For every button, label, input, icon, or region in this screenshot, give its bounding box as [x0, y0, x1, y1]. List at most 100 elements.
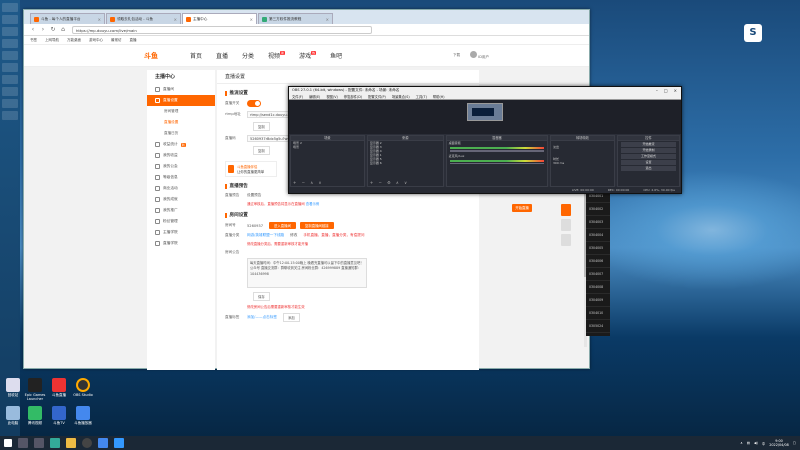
close-icon[interactable]: ×	[326, 17, 329, 22]
strip-icon[interactable]	[2, 99, 18, 108]
preview-value[interactable]: 设置预告	[247, 193, 261, 198]
sidebar-item-academy[interactable]: 主播学院	[147, 227, 215, 238]
desktop-icon[interactable]: 斗鱼TV	[47, 406, 71, 425]
strip-icon[interactable]	[2, 63, 18, 72]
copy-room-link-button[interactable]: 复制直播间链接	[299, 222, 334, 229]
app-taskbar-icon[interactable]	[114, 438, 124, 448]
site-logo[interactable]: 斗鱼	[144, 49, 178, 63]
source-item[interactable]: 显示器 6	[368, 161, 443, 165]
sidebar-item-income-stats[interactable]: 收益统计新	[147, 139, 215, 150]
sidebar-item-level[interactable]: 等级信息	[147, 172, 215, 183]
menu-item[interactable]: 停靠部件(D)	[344, 94, 362, 99]
nav-video[interactable]: 视频新	[268, 51, 286, 60]
sidebar-item-live-settings[interactable]: 直播设置	[147, 95, 215, 106]
ime-indicator[interactable]: 中	[762, 441, 765, 446]
nav-game[interactable]: 游戏热	[299, 51, 317, 60]
sidebar-item-achievement[interactable]: 我的成就	[147, 194, 215, 205]
maximize-icon[interactable]: □	[664, 88, 668, 93]
category-edit[interactable]: 修改	[290, 233, 297, 238]
side-tool-icon[interactable]	[561, 219, 571, 231]
nav-category[interactable]: 分类	[242, 51, 254, 60]
bookmark-item[interactable]: 游戏中心	[89, 38, 103, 43]
browser-tab[interactable]: 第三方软件推流教程 ×	[258, 13, 333, 24]
menu-item[interactable]: 配置文件(P)	[368, 94, 386, 99]
strip-icon[interactable]	[2, 111, 18, 120]
browser-tab[interactable]: 斗鱼 - 每个人的直播平台 ×	[30, 13, 105, 24]
transition-duration[interactable]: 300 ms	[551, 161, 614, 165]
push-toggle[interactable]	[247, 100, 261, 107]
back-icon[interactable]: ‹	[28, 26, 38, 33]
enter-room-button[interactable]: 进入直播间	[269, 222, 296, 229]
list-item[interactable]: 0304006	[586, 255, 610, 268]
desktop-icon[interactable]: 此电脑	[1, 406, 25, 425]
sidebar-sub-live-settings[interactable]: 直播设置	[147, 117, 215, 128]
browser-taskbar-icon[interactable]	[50, 438, 60, 448]
companion-promo[interactable]: 斗鱼直播伴侣 让你的直播更简单	[225, 161, 277, 177]
list-item[interactable]: 0304008	[586, 281, 610, 294]
exit-button[interactable]: 退出	[620, 166, 676, 171]
scene-item[interactable]: 场景	[291, 145, 364, 149]
settings-button[interactable]: 设置	[620, 160, 676, 165]
notice-textarea[interactable]: 每天直播时间：中午12:00-15:00晚上 晚看完直播可以留下中的直播意见吧！…	[247, 258, 367, 288]
folder-taskbar-icon[interactable]	[66, 438, 76, 448]
refresh-icon[interactable]: ↻	[48, 26, 58, 33]
windows-start-icon[interactable]	[4, 439, 12, 447]
category-link[interactable]: 网游/英雄联盟一下线路	[247, 233, 284, 238]
menu-item[interactable]: 场景集合(S)	[392, 94, 410, 99]
menu-item[interactable]: 帮助(H)	[433, 94, 445, 99]
list-item[interactable]: 0304005	[586, 242, 610, 255]
obs-taskbar-icon[interactable]	[82, 438, 92, 448]
volume-icon[interactable]: ◀)	[754, 441, 758, 445]
home-icon[interactable]: ⌂	[58, 26, 68, 33]
start-streaming-button[interactable]: 开始推流	[620, 142, 676, 147]
menu-item[interactable]: 工具(T)	[416, 94, 427, 99]
browser-tab[interactable]: 领取去礼包活动 - 斗鱼 ×	[106, 13, 181, 24]
start-recording-button[interactable]: 开始录制	[620, 148, 676, 153]
search-icon[interactable]	[18, 438, 28, 448]
strip-icon[interactable]	[2, 87, 18, 96]
minimize-icon[interactable]: –	[656, 88, 658, 93]
bookmark-item[interactable]: 直播	[130, 38, 137, 43]
menu-item[interactable]: 编辑(E)	[309, 94, 320, 99]
notification-icon[interactable]: ▢	[793, 441, 796, 445]
sidebar-item-live-academy[interactable]: 直播学院	[147, 238, 215, 249]
volume-slider[interactable]	[449, 162, 544, 164]
sidebar-item-room[interactable]: 直播间	[147, 84, 215, 95]
desktop-icon[interactable]: 斗鱼直播	[47, 378, 71, 397]
app-taskbar-icon[interactable]	[98, 438, 108, 448]
list-item[interactable]: 0304002	[586, 203, 610, 216]
list-item[interactable]: 0304004	[586, 229, 610, 242]
notice-save-button[interactable]: 保存	[253, 292, 270, 301]
desktop-icon[interactable]: OBS Studio	[71, 378, 95, 397]
menu-item[interactable]: 文件(F)	[292, 94, 303, 99]
dock-footer-icons[interactable]: + − ⚙ ∧ ∨	[370, 180, 409, 185]
side-tool-icon[interactable]	[561, 234, 571, 246]
tag-link[interactable]: 添加/——点击标签	[247, 315, 277, 320]
list-item[interactable]: 0304009	[586, 294, 610, 307]
nav-fishbar[interactable]: 鱼吧	[330, 51, 342, 60]
clock[interactable]: 9:00 2022/04/08	[769, 439, 789, 447]
copy-rtmp-button[interactable]: 复制	[253, 122, 270, 131]
list-item[interactable]: 0304003	[586, 216, 610, 229]
desktop-icon[interactable]: Epic Games Launcher	[23, 378, 47, 401]
obs-preview[interactable]	[289, 100, 681, 134]
sidebar-item-business[interactable]: 商业活动	[147, 183, 215, 194]
copy-stream-code-button[interactable]: 复制	[253, 146, 270, 155]
transition-type[interactable]: 淡出	[551, 145, 614, 149]
desktop-icon[interactable]: 回收站	[1, 378, 25, 397]
close-icon[interactable]: ×	[98, 17, 101, 22]
bookmark-item[interactable]: 上网导航	[45, 38, 59, 43]
strip-icon[interactable]	[2, 27, 18, 36]
sidebar-item-fans[interactable]: 粉丝管理	[147, 216, 215, 227]
close-icon[interactable]: ×	[250, 17, 253, 22]
bookmark-item[interactable]: 书签	[30, 38, 37, 43]
user-menu[interactable]: ID用户	[470, 51, 489, 60]
tray-chevron-icon[interactable]: ∧	[740, 441, 742, 445]
tag-add-button[interactable]: 添加	[282, 313, 300, 322]
strip-icon[interactable]	[2, 51, 18, 60]
strip-icon[interactable]	[2, 39, 18, 48]
list-item[interactable]: 0304007	[586, 268, 610, 281]
sidebar-item-income[interactable]: 我的收益	[147, 150, 215, 161]
strip-icon[interactable]	[2, 3, 18, 12]
start-live-button[interactable]: 开始直播	[512, 204, 532, 212]
